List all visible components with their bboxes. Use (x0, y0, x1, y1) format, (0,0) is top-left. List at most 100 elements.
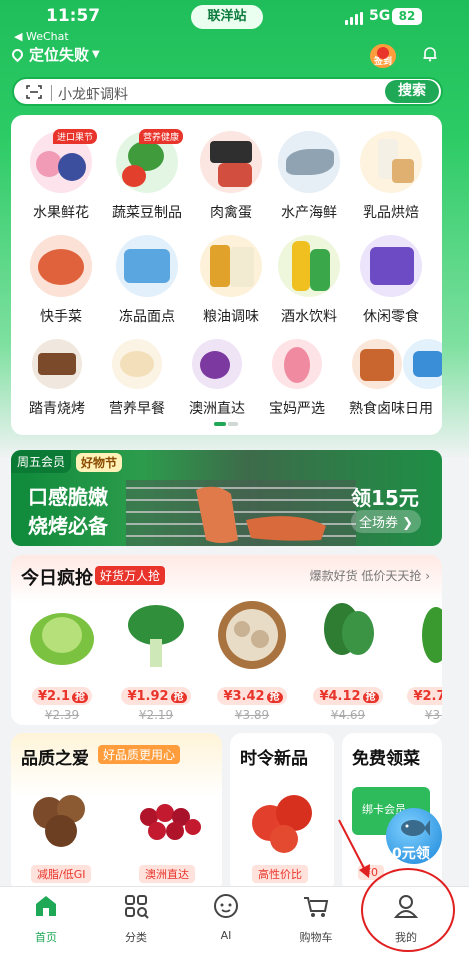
category-seafood[interactable]: 水产海鲜 (269, 131, 349, 222)
chevron-down-icon: ▼ (92, 49, 100, 60)
fish-icon (401, 820, 430, 836)
frozen-image (116, 235, 178, 297)
deal-item[interactable]: ¥2.1 抢 ¥2.39 (15, 599, 109, 722)
ai-face-icon (214, 894, 238, 918)
category-frozen[interactable]: 冻品面点 (107, 235, 187, 326)
category-label: 冻品面点 (119, 309, 175, 325)
deal-price: ¥3.42 抢 (217, 687, 287, 705)
category-tag: 营养健康 (139, 129, 184, 144)
tab-cart[interactable]: 购物车 (286, 893, 346, 945)
scan-icon[interactable] (26, 85, 42, 99)
cart-icon (304, 897, 329, 917)
card-badge: 好品质更用心 (98, 745, 181, 764)
grid-icon (125, 895, 149, 919)
category-daily-use[interactable]: 日用 (403, 339, 442, 418)
category-snacks[interactable]: 休闲零食 (351, 235, 431, 326)
category-label: 酒水饮料 (281, 309, 337, 325)
category-quick-dishes[interactable]: 快手菜 (21, 235, 101, 326)
location-label: 定位失败 (29, 46, 90, 64)
category-label: 快手菜 (40, 309, 82, 325)
battery-icon: 82 (392, 8, 422, 25)
chevron-right-icon: ❯ (402, 516, 414, 531)
category-australia[interactable]: 澳洲直达 (177, 339, 257, 418)
store-name-pill[interactable]: 联洋站 (191, 5, 263, 29)
category-tag: 进口果节 (53, 129, 98, 144)
deal-price: ¥1.92 抢 (121, 687, 191, 705)
tab-category[interactable]: 分类 (106, 893, 166, 945)
bell-icon[interactable] (422, 46, 438, 62)
australia-image (192, 339, 242, 389)
tab-label: 首页 (35, 931, 57, 944)
tab-ai[interactable]: AI (196, 893, 256, 942)
deal-item[interactable]: ¥2.79抢 ¥3.19 (395, 599, 442, 722)
category-breakfast[interactable]: 营养早餐 (97, 339, 177, 418)
category-grain-oil[interactable]: 粮油调味 (191, 235, 271, 326)
daily-use-image (403, 339, 442, 389)
more-link[interactable]: 爆款好货 低价天天抢 › (310, 567, 430, 584)
tab-home[interactable]: 首页 (16, 893, 76, 945)
category-label: 踏青烧烤 (29, 401, 85, 417)
card-tag: 高性价比 (252, 865, 308, 883)
section-badge: 好货万人抢 (95, 566, 166, 585)
category-label: 水果鲜花 (33, 205, 89, 221)
category-mom-picks[interactable]: 宝妈严选 (257, 339, 337, 418)
tomato-image (252, 795, 312, 853)
original-price: ¥2.19 (138, 708, 174, 722)
back-to-wechat-link[interactable]: ◀ WeChat (14, 30, 69, 43)
lettuce-image (30, 613, 94, 665)
shiitake-image (33, 795, 85, 847)
category-label: 澳洲直达 (189, 401, 245, 417)
seasonal-card[interactable]: 时令新品 高性价比 (230, 733, 334, 893)
tab-label: AI (220, 929, 232, 942)
original-price: ¥2.39 (44, 708, 80, 722)
search-input[interactable]: 小龙虾调料 (51, 84, 128, 104)
coupon-button[interactable]: 全场券 ❯ (351, 510, 422, 533)
page-indicator (214, 422, 238, 426)
tab-label: 分类 (125, 931, 147, 944)
signal-icon (345, 12, 365, 25)
banner-subheadline: 烧烤必备 (28, 514, 108, 538)
category-meat-eggs[interactable]: 肉禽蛋 (191, 131, 271, 222)
location-selector[interactable]: 定位失败 ▼ (9, 44, 100, 65)
category-bbq[interactable]: 踏青烧烤 (17, 339, 97, 418)
category-drinks[interactable]: 酒水饮料 (269, 235, 349, 326)
category-dairy-bakery[interactable]: 乳品烘焙 (351, 131, 431, 222)
festival-tag: 好物节 (76, 453, 123, 472)
deal-item[interactable]: ¥3.42 抢 ¥3.89 (205, 599, 299, 722)
deal-item[interactable]: ¥4.12 抢 ¥4.69 (301, 599, 395, 722)
coupon-amount: 领15元 (351, 486, 419, 510)
category-label: 宝妈严选 (269, 401, 325, 417)
search-button[interactable]: 搜索 (385, 80, 439, 103)
checkin-button[interactable]: 签到 (370, 44, 396, 68)
grapes-image (140, 804, 201, 840)
section-title: 今日疯抢 (21, 568, 93, 589)
original-price: ¥4.69 (330, 708, 366, 722)
grain-image (200, 235, 262, 297)
snacks-image (360, 235, 422, 297)
category-fruit-flowers[interactable]: 进口果节 水果鲜花 (21, 129, 101, 222)
pepper-image (422, 607, 442, 663)
category-label: 粮油调味 (203, 309, 259, 325)
grill-image (126, 480, 356, 546)
search-bar[interactable]: 小龙虾调料 搜索 (12, 77, 443, 106)
breakfast-image (112, 339, 162, 389)
today-deals-section: 今日疯抢 好货万人抢 爆款好货 低价天天抢 › ¥2.1 抢 ¥2.39 ¥1.9… (11, 555, 442, 725)
category-label: 乳品烘焙 (363, 205, 419, 221)
tab-label: 购物车 (299, 931, 333, 944)
deal-price: ¥2.79抢 (407, 687, 442, 705)
category-label: 蔬菜豆制品 (112, 205, 182, 221)
category-vegetables[interactable]: 营养健康 蔬菜豆制品 (107, 129, 187, 222)
dairy-image (360, 131, 422, 193)
float-label: 0元领 (392, 846, 430, 862)
card-title: 品质之爱 (21, 749, 89, 769)
deal-item[interactable]: ¥1.92 抢 ¥2.19 (109, 599, 203, 722)
home-icon (36, 896, 56, 916)
original-price: ¥3.89 (234, 708, 270, 722)
category-label: 水产海鲜 (281, 205, 337, 221)
bbq-image (32, 339, 82, 389)
promo-banner[interactable]: 周五会员 好物节 口感脆嫩 烧烤必备 领15元 全场券 ❯ (11, 450, 442, 546)
quality-card[interactable]: 品质之爱 好品质更用心 减脂/低GI 澳洲直达 (11, 733, 222, 893)
free-claim-float-button[interactable]: 0元领 (386, 808, 442, 864)
seafood-image (278, 131, 340, 193)
category-label: 肉禽蛋 (210, 205, 252, 221)
